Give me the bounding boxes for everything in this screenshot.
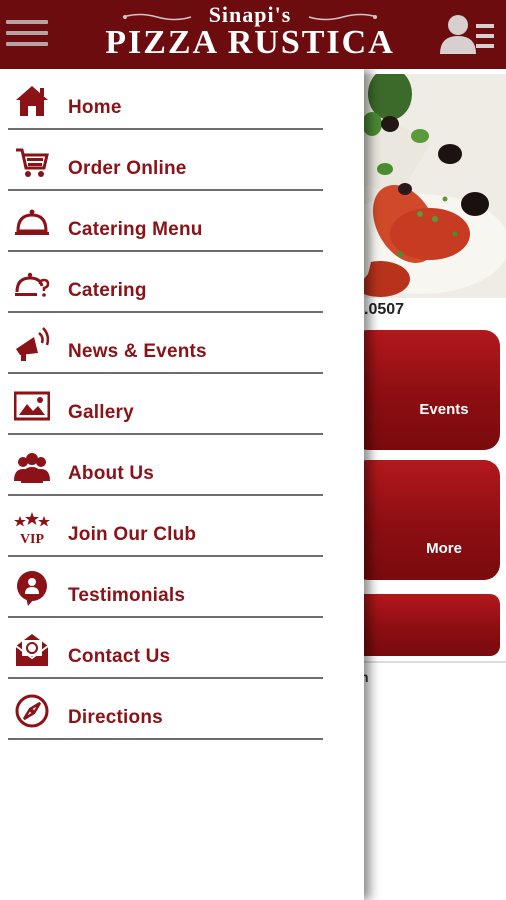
nav-label-about-us: About Us [68,463,155,484]
nav-item-join-our-club[interactable]: VIP Join Our Club [8,496,323,557]
nav-label-news-events: News & Events [68,341,207,362]
nav-label-order-online: Order Online [68,158,187,179]
serving-tray-icon [15,209,49,235]
nav-label-testimonials: Testimonials [68,585,186,606]
phone-number-fragment: .0507 [364,301,405,318]
events-tile[interactable]: Events [352,330,500,450]
nav-item-home[interactable]: Home [8,69,323,130]
nav-item-testimonials[interactable]: Testimonials [8,557,323,618]
nav-label-join-our-club: Join Our Club [68,524,197,545]
events-tile-label: Events [419,401,469,418]
nav-item-catering-menu[interactable]: Catering Menu [8,191,323,252]
testimonial-bubble-icon [17,571,47,606]
flourish-right-icon [309,13,378,21]
nav-item-about-us[interactable]: About Us [8,435,323,496]
megaphone-icon [16,327,50,361]
nav-item-directions[interactable]: Directions [8,679,323,740]
home-icon [16,86,48,116]
nav-label-home: Home [68,97,122,118]
brand-name-text: PIZZA RUSTICA [105,24,395,61]
nav-item-news-events[interactable]: News & Events [8,313,323,374]
brand-logo: Sinapi's PIZZA RUSTICA [100,2,400,60]
more-tile[interactable]: More [352,460,500,580]
more-tile-label: More [426,540,462,557]
nav-label-gallery: Gallery [68,402,134,423]
wide-action-bar[interactable] [352,594,500,656]
flourish-left-icon [122,13,191,21]
app-header: Sinapi's PIZZA RUSTICA [0,0,506,69]
shopping-cart-icon [16,148,49,177]
nav-label-directions: Directions [68,707,163,728]
nav-item-catering[interactable]: Catering [8,252,323,313]
hamburger-menu-icon[interactable] [6,20,48,54]
brand-top-text: Sinapi's [208,2,292,27]
vip-stars-icon: VIP [14,512,50,546]
app-screen: Sinapi's PIZZA RUSTICA .0507 Events More… [0,0,506,900]
picture-icon [14,391,50,421]
compass-icon [15,694,49,728]
envelope-icon [15,634,49,666]
nav-label-contact-us: Contact Us [68,646,171,667]
food-photo [360,74,506,298]
svg-text:VIP: VIP [20,532,45,546]
nav-item-gallery[interactable]: Gallery [8,374,323,435]
nav-item-order-online[interactable]: Order Online [8,130,323,191]
nav-label-catering-menu: Catering Menu [68,219,203,240]
user-list-icon[interactable] [438,12,498,58]
nav-label-catering: Catering [68,280,147,301]
catering-question-icon [15,272,50,297]
nav-item-contact-us[interactable]: Contact Us [8,618,323,679]
navigation-drawer: Home Order Online Catering Menu Catering… [0,69,364,900]
divider [352,661,506,663]
people-icon [14,453,50,483]
